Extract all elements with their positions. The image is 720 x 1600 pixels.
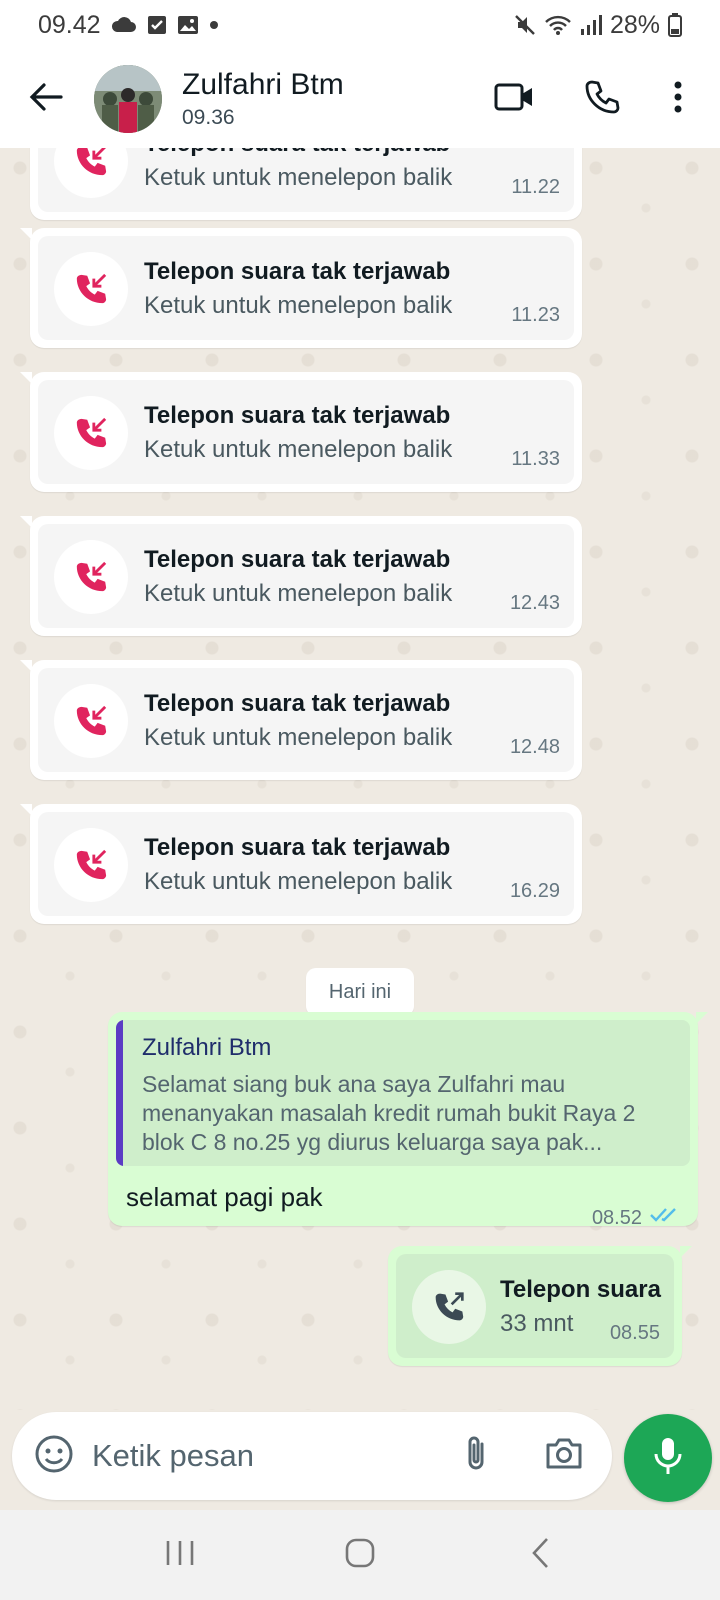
more-options-button[interactable]: [652, 73, 704, 125]
missed-call-icon: [54, 828, 128, 902]
signal-icon: [580, 14, 602, 36]
sticker-icon: [34, 1434, 74, 1479]
battery-icon: [668, 13, 682, 37]
missed-call-icon: [54, 252, 128, 326]
message-time: 12.48: [509, 736, 560, 758]
missed-call-message[interactable]: Telepon suara tak terjawab Ketuk untuk m…: [20, 804, 582, 924]
call-title: Telepon suara tak terjawab: [144, 690, 451, 717]
missed-call-icon: [54, 684, 128, 758]
missed-call-message[interactable]: Telepon suara tak terjawab Ketuk untuk m…: [20, 372, 582, 492]
home-button[interactable]: [330, 1525, 390, 1585]
paperclip-icon: [462, 1434, 490, 1479]
voice-record-button[interactable]: [624, 1414, 712, 1502]
video-call-icon: [494, 82, 534, 117]
chat-area[interactable]: Telepon suara tak terjawab Ketuk untuk m…: [0, 148, 720, 1410]
call-title: Telepon suara tak terjawab: [144, 258, 451, 285]
outgoing-reply-message[interactable]: Zulfahri Btm Selamat siang buk ana saya …: [108, 1012, 708, 1229]
call-subtitle: Ketuk untuk menelepon balik: [144, 436, 453, 463]
call-subtitle: Ketuk untuk menelepon balik: [144, 724, 453, 751]
message-time: 08.55: [609, 1322, 660, 1344]
checkbox-icon: [147, 15, 167, 35]
quoted-message[interactable]: Zulfahri Btm Selamat siang buk ana saya …: [116, 1020, 690, 1166]
call-title: Telepon suara tak terjawab: [144, 834, 451, 861]
missed-call-icon: [54, 540, 128, 614]
read-ticks-icon: [650, 1206, 682, 1230]
status-bar: 09.42 28%: [0, 0, 720, 50]
video-call-button[interactable]: [488, 73, 540, 125]
message-time: 11.22: [511, 176, 560, 198]
missed-call-icon: [54, 148, 128, 198]
voice-call-button[interactable]: [576, 73, 628, 125]
call-duration: 33 mnt: [500, 1310, 574, 1337]
wifi-icon: [544, 14, 572, 36]
message-time: 11.23: [511, 304, 560, 326]
status-time: 09.42: [38, 10, 101, 39]
camera-icon: [544, 1437, 584, 1476]
call-title: Telepon suara: [500, 1276, 661, 1303]
composer: [0, 1412, 720, 1512]
missed-call-icon: [54, 396, 128, 470]
attach-button[interactable]: [452, 1432, 500, 1480]
message-input-container[interactable]: [12, 1412, 612, 1500]
image-icon: [177, 15, 199, 35]
message-time: 11.33: [511, 448, 560, 470]
mic-icon: [653, 1436, 683, 1481]
outgoing-call-icon: [412, 1270, 486, 1344]
back-nav-button[interactable]: [510, 1525, 570, 1585]
recent-apps-button[interactable]: [150, 1525, 210, 1585]
outgoing-call-message[interactable]: Telepon suara 33 mnt 08.55: [388, 1246, 692, 1366]
call-subtitle: Ketuk untuk menelepon balik: [144, 580, 453, 607]
last-seen: 09.36: [182, 106, 235, 129]
mute-icon: [514, 14, 536, 36]
call-title: Telepon suara tak terjawab: [144, 148, 450, 158]
message-time: 08.52: [591, 1206, 642, 1229]
home-icon: [344, 1537, 376, 1574]
recent-apps-icon: [165, 1539, 195, 1572]
call-subtitle: Ketuk untuk menelepon balik: [144, 868, 453, 895]
chat-header: Zulfahri Btm 09.36: [0, 50, 720, 148]
call-subtitle: Ketuk untuk menelepon balik: [144, 292, 453, 319]
cloud-icon: [111, 16, 137, 34]
missed-call-message[interactable]: Telepon suara tak terjawab Ketuk untuk m…: [20, 660, 582, 780]
message-input[interactable]: [92, 1432, 432, 1480]
more-vert-icon: [673, 81, 683, 118]
call-title: Telepon suara tak terjawab: [144, 402, 451, 429]
camera-button[interactable]: [540, 1432, 588, 1480]
contact-info[interactable]: Zulfahri Btm 09.36: [182, 68, 344, 130]
message-time: 16.29: [509, 880, 560, 902]
contact-name: Zulfahri Btm: [182, 68, 344, 101]
quoted-sender: Zulfahri Btm: [142, 1034, 272, 1061]
avatar[interactable]: [94, 65, 162, 133]
quoted-text: Selamat siang buk ana saya Zulfahri mau …: [142, 1071, 636, 1155]
missed-call-message[interactable]: Telepon suara tak terjawab Ketuk untuk m…: [30, 148, 582, 220]
dot-icon: [209, 20, 219, 30]
back-button[interactable]: [24, 77, 68, 121]
missed-call-message[interactable]: Telepon suara tak terjawab Ketuk untuk m…: [20, 228, 582, 348]
back-arrow-icon: [29, 82, 63, 117]
phone-icon: [584, 79, 620, 120]
call-title: Telepon suara tak terjawab: [144, 546, 451, 573]
message-text: selamat pagi pak: [126, 1182, 323, 1212]
call-subtitle: Ketuk untuk menelepon balik: [144, 164, 453, 191]
missed-call-message[interactable]: Telepon suara tak terjawab Ketuk untuk m…: [20, 516, 582, 636]
chevron-left-icon: [530, 1537, 550, 1574]
system-nav-bar: [0, 1510, 720, 1600]
date-chip: Hari ini: [306, 968, 414, 1016]
battery-percent: 28%: [609, 10, 660, 39]
emoji-button[interactable]: [30, 1432, 78, 1480]
message-time: 12.43: [509, 592, 560, 614]
